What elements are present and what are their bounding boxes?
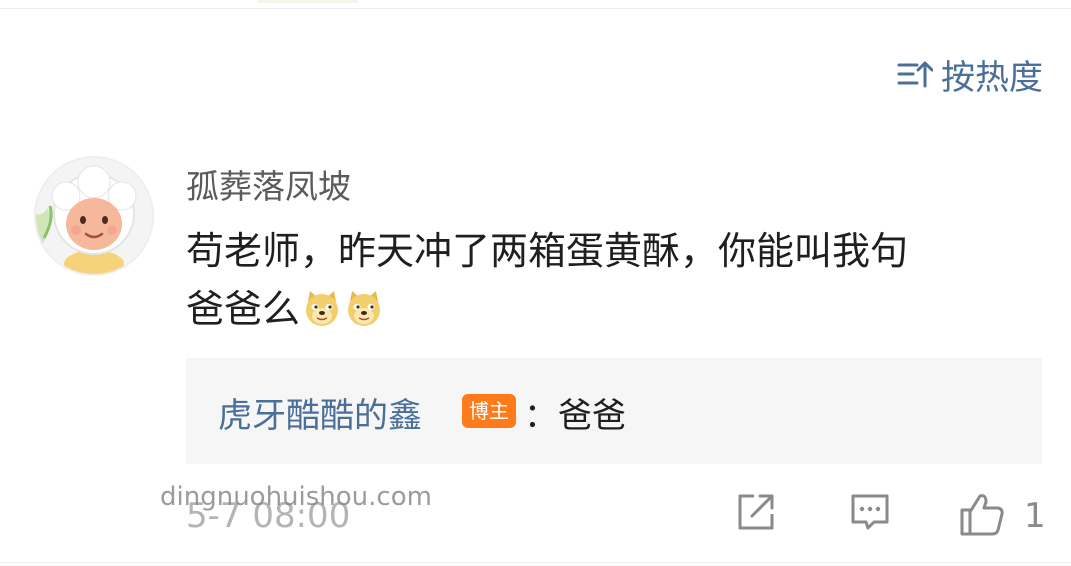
- reply-text: ：爸爸: [524, 396, 626, 436]
- bottom-divider: [0, 562, 1071, 563]
- sort-icon: [897, 61, 933, 88]
- comment-text-line-2: 爸爸么: [186, 280, 1056, 338]
- comment-text-line-1: 苟老师，昨天冲了两箱蛋黄酥，你能叫我句: [186, 229, 909, 273]
- comment-text-line-2-text: 爸爸么: [186, 287, 301, 331]
- watermark: dingnuohuishou.com: [160, 482, 432, 512]
- top-divider: [0, 8, 1071, 9]
- like-count: 1: [1024, 496, 1046, 536]
- reply-comment-button[interactable]: [848, 490, 892, 538]
- thumbs-up-icon: [960, 494, 1004, 536]
- tab-indicator: [258, 0, 358, 3]
- avatar[interactable]: [34, 156, 154, 276]
- sort-by-hot-button[interactable]: 按热度: [897, 52, 1043, 98]
- comment-text: 苟老师，昨天冲了两箱蛋黄酥，你能叫我句 爸爸么: [186, 222, 1056, 338]
- share-button[interactable]: [734, 490, 778, 538]
- sort-label: 按热度: [941, 57, 1043, 98]
- doge-emoji: [306, 291, 339, 326]
- like-button[interactable]: [958, 490, 1006, 542]
- cartoon-sheep-avatar: [36, 158, 152, 274]
- comment-username[interactable]: 孤葬落凤坡: [186, 160, 351, 208]
- reply-box[interactable]: 虎牙酷酷的鑫 博主 ：爸爸: [186, 358, 1042, 464]
- comment-icon: [851, 494, 889, 530]
- share-icon: [738, 494, 774, 530]
- reply-author[interactable]: 虎牙酷酷的鑫: [218, 388, 422, 437]
- blogger-badge: 博主: [462, 394, 516, 428]
- doge-emoji: [348, 291, 381, 326]
